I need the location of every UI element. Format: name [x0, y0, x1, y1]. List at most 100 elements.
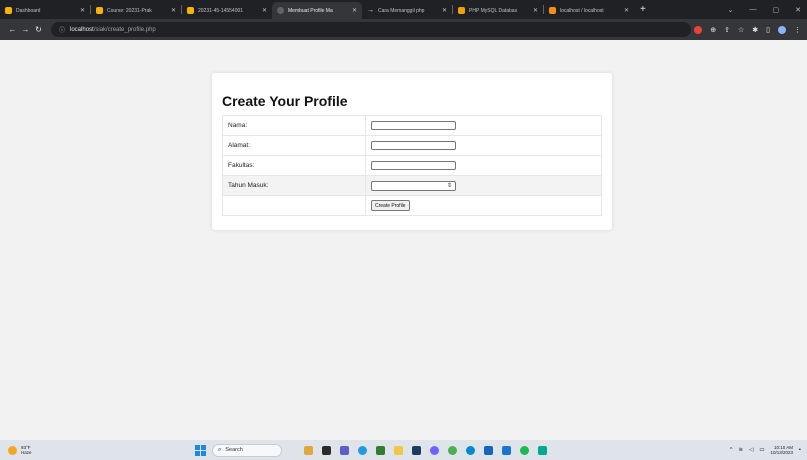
- fakultas-input[interactable]: [371, 161, 456, 170]
- share-icon[interactable]: ⇪: [724, 26, 730, 34]
- page-title: Create Your Profile: [222, 93, 348, 109]
- form-row-submit: Create Profile: [222, 195, 602, 216]
- task-view-icon[interactable]: [322, 445, 331, 455]
- people-app-icon[interactable]: [304, 445, 313, 455]
- form-row-alamat: Alamat:: [222, 135, 602, 156]
- close-window-icon[interactable]: ✕: [795, 6, 801, 14]
- field-label: Fakultas:: [222, 155, 366, 176]
- tahun-masuk-select[interactable]: ⇕: [371, 180, 456, 191]
- toolbar-icons: ⊕ ⇪ ☆ ✱ ▯ ⋮: [694, 25, 801, 34]
- haze-sun-icon: [8, 445, 17, 455]
- windows-taskbar: 93°F Haze ⌕ Search ^ ≋ ◁ ▭ 10:10 AM 10/1…: [0, 440, 807, 460]
- address-bar[interactable]: ⓘ localhost /siak/create_profile.php: [51, 22, 691, 37]
- moodle-icon: [187, 7, 194, 14]
- weather-widget[interactable]: 93°F Haze: [0, 445, 190, 455]
- sidebar-icon[interactable]: ▯: [766, 26, 770, 34]
- profile-form-table: Nama: Alamat: Fakultas: Tahun Masuk: ⇕ C…: [222, 115, 602, 216]
- new-tab-button[interactable]: +: [640, 4, 646, 15]
- tab-title: Membuat Profile Ma: [288, 7, 333, 14]
- menu-icon[interactable]: ⋮: [794, 26, 801, 34]
- url-host: localhost: [70, 26, 94, 33]
- notepad-icon[interactable]: [538, 445, 547, 455]
- minimize-icon[interactable]: —: [750, 6, 757, 14]
- file-explorer-icon[interactable]: [394, 445, 403, 455]
- close-icon[interactable]: ✕: [80, 7, 85, 14]
- close-icon[interactable]: ✕: [533, 7, 538, 14]
- browser-toolbar: ← → ↻ ⓘ localhost /siak/create_profile.p…: [0, 19, 807, 40]
- pen-app-icon[interactable]: [376, 445, 385, 455]
- tab-cara-memanggil[interactable]: → Cara Memanggil php ✕: [362, 2, 452, 19]
- tab-search-icon[interactable]: ⌄: [728, 6, 734, 14]
- chevron-up-icon[interactable]: ^: [730, 447, 733, 453]
- field-cell: [365, 135, 602, 156]
- search-label: Search: [225, 447, 243, 453]
- window-controls: ⌄ — ▢ ✕: [728, 6, 807, 14]
- moodle-icon: [96, 7, 103, 14]
- alamat-input[interactable]: [371, 141, 456, 150]
- system-tray: ^ ≋ ◁ ▭ 10:10 AM 10/13/2023 ▪: [730, 445, 807, 455]
- maximize-icon[interactable]: ▢: [773, 6, 780, 14]
- chrome-icon[interactable]: [448, 445, 457, 455]
- close-icon[interactable]: ✕: [624, 7, 629, 14]
- battery-icon[interactable]: ▭: [759, 447, 764, 453]
- bookmark-star-icon[interactable]: ☆: [738, 26, 744, 34]
- w3schools-icon: [458, 7, 465, 14]
- weather-desc: Haze: [21, 450, 32, 455]
- mail-icon[interactable]: [484, 445, 493, 455]
- back-icon[interactable]: ←: [6, 25, 19, 34]
- extensions-icon[interactable]: ✱: [752, 26, 758, 34]
- close-icon[interactable]: ✕: [262, 7, 267, 14]
- create-profile-button[interactable]: Create Profile: [371, 200, 410, 211]
- tab-title: Cara Memanggil php: [378, 7, 425, 14]
- tab-title: PHP MySQL Databas: [469, 7, 518, 14]
- arrow-icon: →: [367, 7, 374, 14]
- form-row-nama: Nama:: [222, 115, 602, 136]
- tab-dashboard[interactable]: Dashboard ✕: [0, 2, 90, 19]
- submit-cell: Create Profile: [365, 195, 602, 216]
- volume-icon[interactable]: ◁: [749, 447, 753, 453]
- edge-icon[interactable]: [358, 445, 367, 455]
- browser-app-icon[interactable]: [466, 445, 475, 455]
- vscode-icon[interactable]: [502, 445, 511, 455]
- tab-title: Dashboard: [16, 7, 41, 14]
- field-cell: [365, 155, 602, 176]
- close-icon[interactable]: ✕: [171, 7, 176, 14]
- tab-course-section[interactable]: 20231-45-14554001 ✕: [182, 2, 272, 19]
- clock-date: 10/13/2023: [770, 450, 794, 455]
- form-row-tahun-masuk: Tahun Masuk: ⇕: [222, 175, 602, 196]
- notification-icon[interactable]: ▪: [799, 447, 801, 453]
- forward-icon[interactable]: →: [19, 25, 32, 34]
- tab-php-mysql[interactable]: PHP MySQL Databas ✕: [453, 2, 543, 19]
- select-arrows-icon: ⇕: [446, 182, 452, 189]
- tab-localhost[interactable]: localhost / localhost ✕: [544, 2, 634, 19]
- store-icon[interactable]: [412, 445, 421, 455]
- nama-input[interactable]: [371, 121, 456, 130]
- windows-start-icon[interactable]: [195, 444, 206, 456]
- empty-cell: [222, 195, 366, 216]
- discord-icon[interactable]: [430, 445, 439, 455]
- site-info-icon[interactable]: ⓘ: [59, 25, 65, 34]
- profile-avatar[interactable]: [778, 25, 786, 34]
- taskbar-search[interactable]: ⌕ Search: [212, 443, 282, 457]
- form-row-fakultas: Fakultas:: [222, 155, 602, 176]
- zoom-icon[interactable]: ⊕: [710, 26, 716, 34]
- field-cell: [365, 115, 602, 136]
- spotify-icon[interactable]: [520, 445, 529, 455]
- search-icon: ⌕: [218, 446, 222, 453]
- clock[interactable]: 10:10 AM 10/13/2023: [771, 445, 794, 455]
- field-label: Tahun Masuk:: [222, 175, 366, 196]
- reload-icon[interactable]: ↻: [32, 25, 45, 34]
- globe-icon: [277, 7, 284, 14]
- url-path: /siak/create_profile.php: [93, 26, 156, 33]
- tab-course[interactable]: Course: 20231-Prak ✕: [91, 2, 181, 19]
- wifi-icon[interactable]: ≋: [738, 447, 743, 453]
- close-icon[interactable]: ✕: [352, 7, 357, 14]
- google-lens-icon[interactable]: [694, 25, 703, 34]
- taskbar-apps: [304, 445, 547, 455]
- field-cell: ⇕: [365, 175, 602, 196]
- tab-title: 20231-45-14554001: [198, 7, 244, 14]
- close-icon[interactable]: ✕: [442, 7, 447, 14]
- chat-icon[interactable]: [340, 445, 349, 455]
- tab-title: Course: 20231-Prak: [107, 7, 152, 14]
- tab-membuat-profile[interactable]: Membuat Profile Ma ✕: [272, 2, 362, 19]
